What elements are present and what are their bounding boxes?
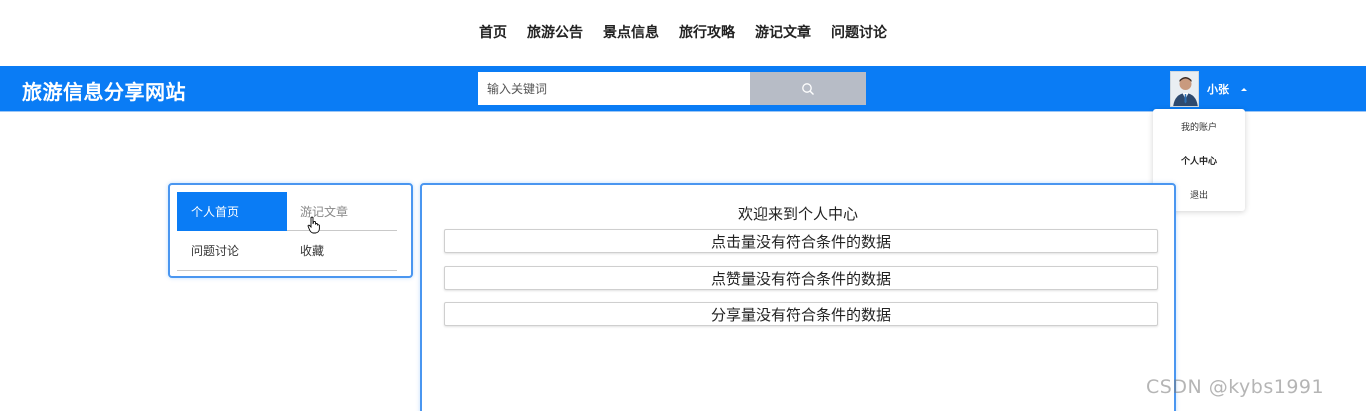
avatar (1170, 71, 1199, 107)
search-input[interactable] (478, 72, 750, 105)
likes-stat-box: 点赞量没有符合条件的数据 (444, 266, 1158, 290)
main-card: 欢迎来到个人中心 点击量没有符合条件的数据 点赞量没有符合条件的数据 分享量没有… (420, 183, 1176, 411)
tab-divider (287, 230, 397, 231)
tab-discussion[interactable]: 问题讨论 (191, 235, 239, 265)
welcome-title: 欢迎来到个人中心 (737, 205, 858, 223)
header-bar: 旅游信息分享网站 小张 (0, 66, 1366, 112)
menu-personal-center[interactable]: 个人中心 (1153, 143, 1245, 177)
tab-personal-home[interactable]: 个人首页 (177, 192, 287, 231)
tab-divider-bottom (177, 270, 397, 271)
nav-travel-articles[interactable]: 游记文章 (745, 23, 821, 43)
nav-discussion[interactable]: 问题讨论 (821, 23, 897, 43)
menu-my-account[interactable]: 我的账户 (1153, 109, 1245, 143)
sidebar-card: 个人首页 游记文章 问题讨论 收藏 (168, 183, 413, 278)
user-name: 小张 (1207, 83, 1229, 96)
watermark: CSDN @kybs1991 (1146, 376, 1325, 398)
search-icon (802, 82, 814, 95)
shares-stat-box: 分享量没有符合条件的数据 (444, 302, 1158, 326)
tab-favorites[interactable]: 收藏 (300, 235, 324, 265)
user-menu-toggle[interactable]: 小张 (1170, 71, 1247, 107)
search-button[interactable] (750, 72, 866, 105)
hand-cursor-icon (307, 216, 320, 234)
nav-announcements[interactable]: 旅游公告 (517, 23, 593, 43)
nav-home[interactable]: 首页 (469, 23, 517, 43)
caret-up-icon (1241, 87, 1247, 91)
nav-attractions[interactable]: 景点信息 (593, 23, 669, 43)
top-nav: 首页 旅游公告 景点信息 旅行攻略 游记文章 问题讨论 (0, 0, 1366, 66)
site-title: 旅游信息分享网站 (22, 80, 186, 104)
clicks-stat-box: 点击量没有符合条件的数据 (444, 229, 1158, 253)
nav-guides[interactable]: 旅行攻略 (669, 23, 745, 43)
